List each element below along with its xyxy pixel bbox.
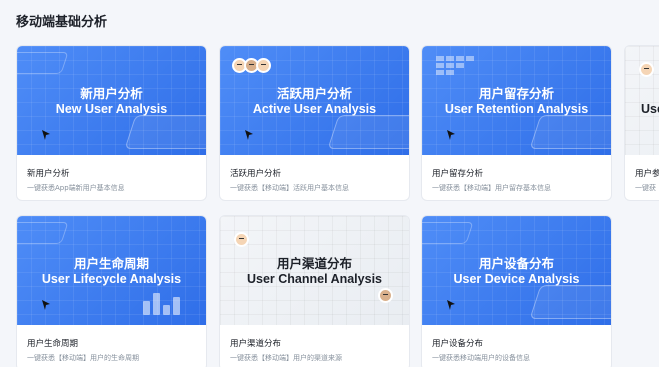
card-name: 用户设备分布 [432, 339, 484, 349]
card-name: 新用户分析 [27, 169, 70, 179]
card-user-channel-analysis[interactable]: 用户渠道分布 User Channel Analysis 用户渠道分布 一键获悉… [219, 215, 410, 367]
card-banner: 活跃用户分析 Active User Analysis [220, 46, 409, 155]
banner-title-cn: 用户渠道分布 [276, 256, 352, 271]
card-user-retention-analysis[interactable]: 用户留存分析 User Retention Analysis 用户留存分析 一键… [421, 45, 612, 201]
card-desc: 一键获悉App端新用户基本信息 [27, 184, 125, 192]
card-name: 用户生命周期 [27, 339, 79, 349]
retention-grid-icon [436, 56, 474, 75]
card-banner: 用户渠道分布 User Channel Analysis [220, 216, 409, 325]
avatar-group [232, 58, 271, 73]
card-banner: 用户生命周期 User Lifecycle Analysis [17, 216, 206, 325]
card-name: 活跃用户分析 [230, 169, 282, 179]
banner-title-en: Use [641, 102, 659, 116]
cursor-arrow-icon [447, 130, 455, 140]
user-avatar-icon [639, 62, 654, 77]
card-user-device-analysis[interactable]: 用户设备分布 User Device Analysis 用户设备分布 一键获悉移… [421, 215, 612, 367]
card-user-lifecycle-analysis[interactable]: 用户生命周期 User Lifecycle Analysis 用户生命周期 一键… [16, 215, 207, 367]
banner-title-cn: 用户设备分布 [478, 256, 554, 271]
user-avatar-icon [234, 232, 249, 247]
cursor-arrow-icon [245, 130, 253, 140]
cursor-arrow-icon [42, 130, 50, 140]
section-title: 移动端基础分析 [16, 15, 108, 30]
card-desc: 一键获悉【移动端】用户留存基本信息 [432, 184, 551, 192]
card-desc: 一键获 [635, 184, 656, 192]
card-name: 用户留存分析 [432, 169, 484, 179]
card-desc: 一键获悉【移动端】用户的生命周期 [27, 354, 139, 362]
card-new-user-analysis[interactable]: 新用户分析 New User Analysis 新用户分析 一键获悉App端新用… [16, 45, 207, 201]
bar-chart-icon [143, 293, 180, 315]
banner-title-en: New User Analysis [55, 102, 168, 116]
card-banner: 新用户分析 New User Analysis [17, 46, 206, 155]
banner-title-cn: 用户生命周期 [73, 256, 149, 271]
card-banner: 用户留存分析 User Retention Analysis [422, 46, 611, 155]
page: 移动端基础分析 新用户分析 New User Analysis 新用户分析 一键… [0, 0, 659, 367]
banner-title-cn: 活跃用户分析 [276, 86, 352, 101]
banner-title-cn: 新用户分析 [80, 86, 143, 101]
card-name: 用户参 [635, 169, 659, 179]
banner-title-cn: 用户留存分析 [478, 86, 554, 101]
banner-title-en: User Retention Analysis [444, 102, 589, 116]
card-banner: Use [625, 46, 659, 155]
card-desc: 一键获悉【移动端】活跃用户基本信息 [230, 184, 349, 192]
card-user-partial[interactable]: Use 用户参 一键获 [624, 45, 659, 201]
card-desc: 一键获悉移动端用户的设备信息 [432, 354, 530, 362]
banner-title-en: User Lifecycle Analysis [41, 272, 182, 286]
card-active-user-analysis[interactable]: 活跃用户分析 Active User Analysis 活跃用户分析 一键获悉【… [219, 45, 410, 201]
banner-title-en: User Channel Analysis [246, 272, 382, 286]
banner-title-en: User Device Analysis [453, 272, 580, 286]
user-avatar-icon [378, 288, 393, 303]
card-banner: 用户设备分布 User Device Analysis [422, 216, 611, 325]
banner-title-en: Active User Analysis [252, 102, 377, 116]
cursor-arrow-icon [42, 300, 50, 310]
card-name: 用户渠道分布 [230, 339, 282, 349]
user-avatar-icon [256, 58, 271, 73]
card-desc: 一键获悉【移动端】用户的渠道来源 [230, 354, 342, 362]
cursor-arrow-icon [447, 300, 455, 310]
